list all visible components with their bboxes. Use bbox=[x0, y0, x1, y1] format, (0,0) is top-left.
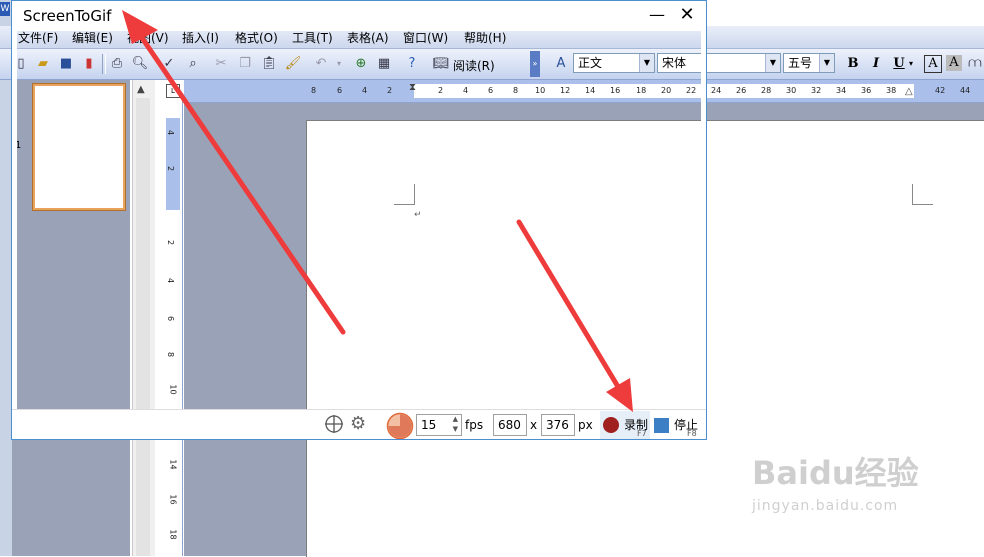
watermark-url: jingyan.baidu.com bbox=[752, 498, 899, 514]
baidu-watermark: Baidu经验 jingyan.baidu.com bbox=[752, 448, 952, 538]
arrow-to-title bbox=[122, 10, 346, 335]
arrow-to-record bbox=[516, 219, 633, 412]
watermark-brand: Baidu经验 bbox=[752, 454, 919, 492]
